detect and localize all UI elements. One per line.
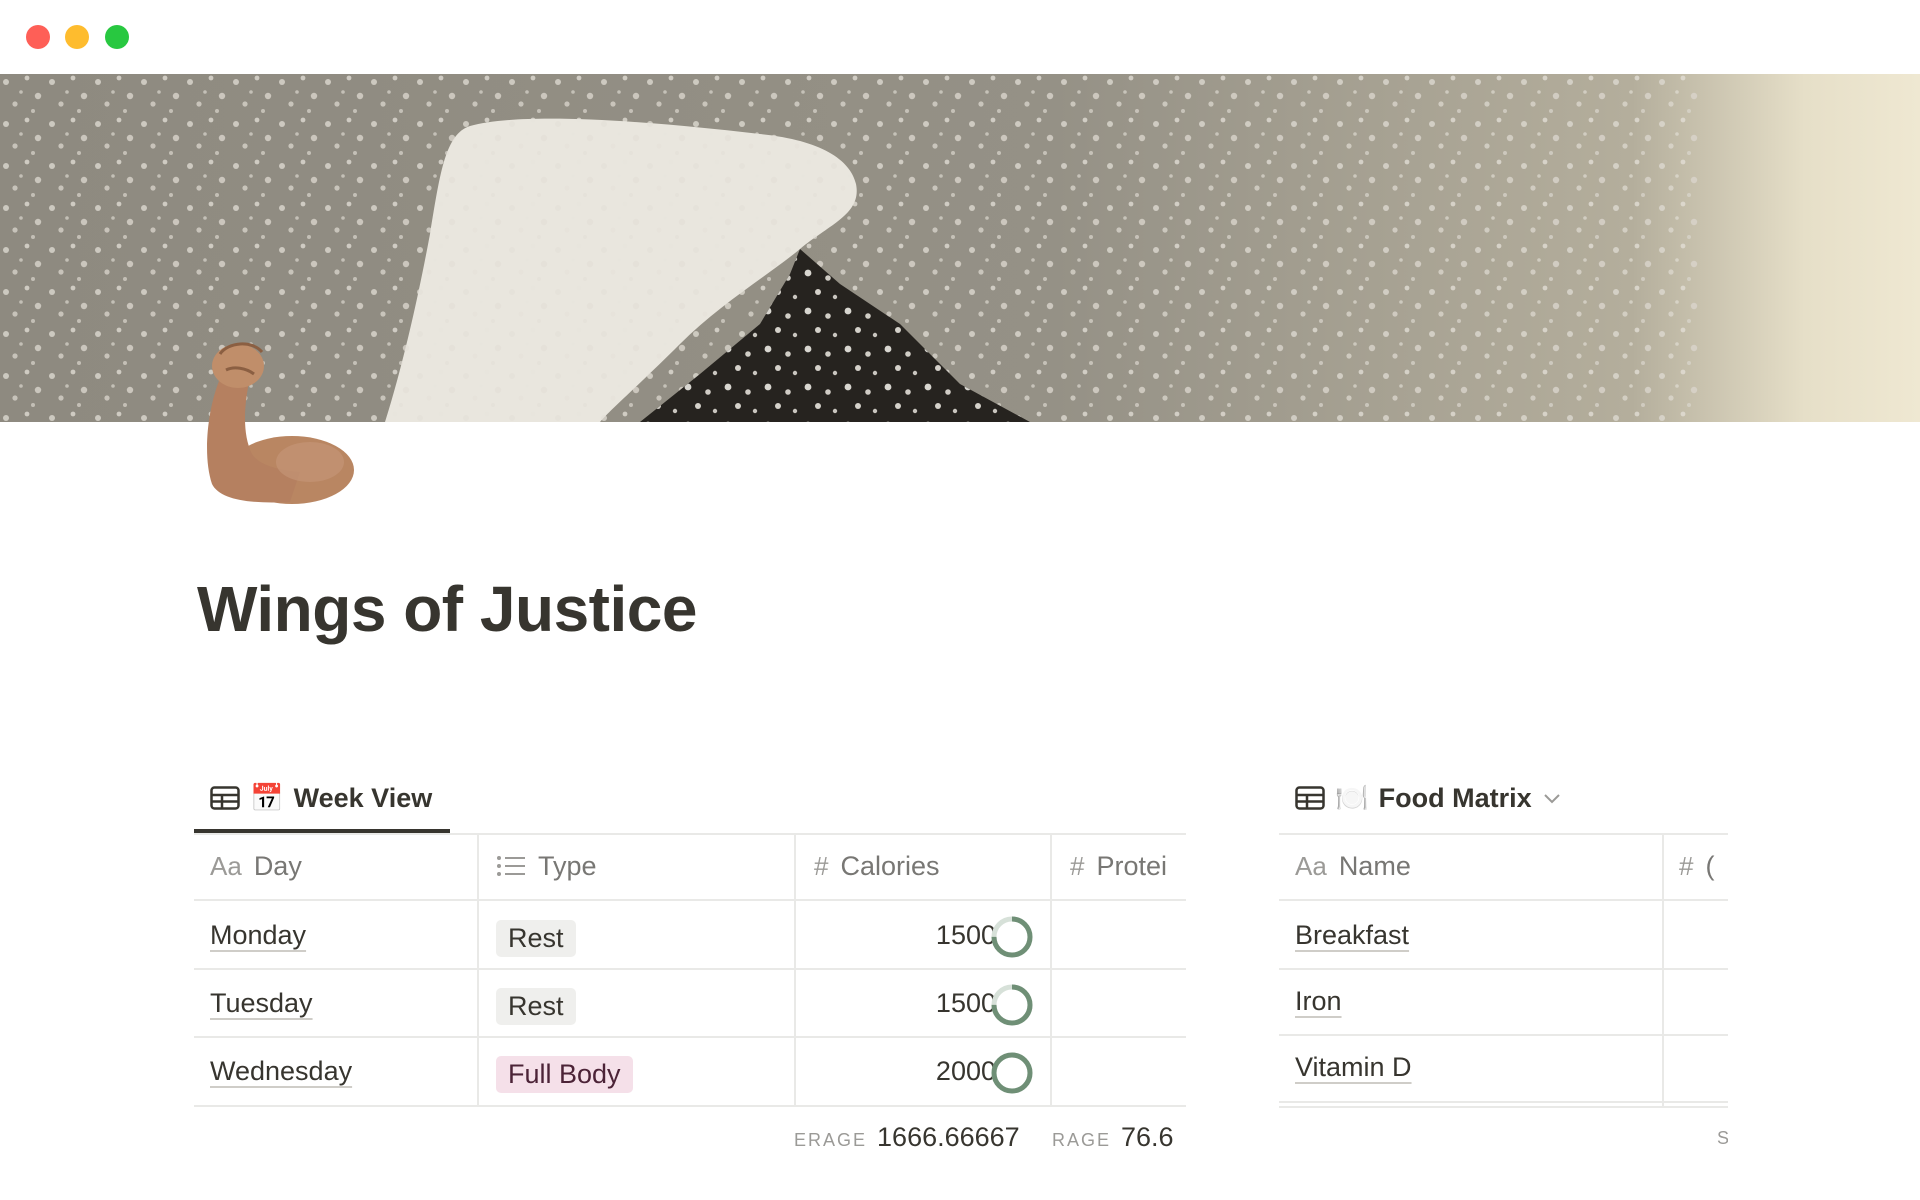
chevron-down-icon[interactable] [1542, 791, 1562, 805]
week-view-database: 📅 Week View Aa Day Type # Calories # Pro… [194, 770, 1186, 1200]
table-icon [210, 786, 240, 810]
text-property-icon: Aa [1295, 850, 1327, 881]
column-header-type[interactable]: Type [496, 834, 597, 898]
zoom-window-button[interactable] [105, 25, 129, 49]
food-name-cell[interactable]: Vitamin D [1295, 1052, 1412, 1083]
calories-cell[interactable]: 1500 [876, 920, 996, 951]
protein-average-calculation[interactable]: RAGE 76.6 [1052, 1122, 1174, 1153]
tab-food-matrix-label: Food Matrix [1378, 782, 1532, 813]
calculation-value: 1666.66667 [877, 1122, 1020, 1152]
page-icon[interactable] [200, 334, 360, 504]
calories-average-calculation[interactable]: ERAGE 1666.66667 [794, 1122, 1020, 1153]
window-titlebar [0, 0, 1920, 74]
calories-cell[interactable]: 1500 [876, 988, 996, 1019]
day-cell[interactable]: Wednesday [210, 1056, 352, 1087]
column-divider [1662, 833, 1664, 1107]
calculation-label: RAGE [1052, 1130, 1112, 1150]
table-top-border [194, 833, 1186, 835]
row-divider [1279, 1034, 1728, 1036]
column-header-number[interactable]: # ( [1679, 834, 1714, 898]
close-window-button[interactable] [26, 25, 50, 49]
flexed-biceps-icon [207, 342, 354, 504]
column-header-calories[interactable]: # Calories [814, 834, 940, 898]
page-title[interactable]: Wings of Justice [197, 572, 697, 646]
text-property-icon: Aa [210, 850, 242, 881]
type-tag[interactable]: Rest [496, 988, 576, 1025]
column-header-day-label: Day [253, 850, 302, 881]
column-header-name[interactable]: Aa Name [1295, 834, 1411, 898]
table-icon [1295, 786, 1325, 810]
calculation-label: ERAGE [794, 1130, 868, 1150]
minimize-window-button[interactable] [65, 25, 89, 49]
column-header-type-label: Type [538, 850, 597, 881]
row-divider [194, 1036, 1186, 1038]
tab-week-view-label: Week View [293, 782, 433, 813]
calories-cell[interactable]: 2000 [876, 1056, 996, 1087]
number-icon: # [1070, 850, 1085, 881]
row-divider [1279, 968, 1728, 970]
number-icon: # [1679, 850, 1694, 881]
column-divider [1050, 833, 1052, 1107]
calories-progress-ring [991, 1052, 1033, 1094]
plate-emoji-icon: 🍽️ [1335, 783, 1369, 813]
food-matrix-database: 🍽️ Food Matrix Aa Name # ( Breakfast Iro… [1279, 770, 1728, 1200]
list-icon [496, 855, 526, 877]
food-name-cell[interactable]: Breakfast [1295, 920, 1409, 951]
food-name-cell[interactable]: Iron [1295, 986, 1342, 1017]
calculation-label: S [1717, 1128, 1728, 1148]
column-header-number-label: ( [1705, 850, 1715, 881]
calculation-fragment[interactable]: S [1717, 1128, 1728, 1149]
table-bottom-border [194, 1105, 1186, 1107]
type-tag[interactable]: Rest [496, 920, 576, 957]
calculation-value: 76.6 [1121, 1122, 1174, 1152]
table-bottom-border [1279, 1101, 1728, 1103]
number-icon: # [814, 850, 829, 881]
calendar-emoji-icon: 📅 [250, 783, 284, 813]
tab-week-view[interactable]: 📅 Week View [210, 770, 432, 826]
column-header-calories-label: Calories [840, 850, 940, 881]
table-bottom-border [1279, 1106, 1728, 1108]
tab-food-matrix[interactable]: 🍽️ Food Matrix [1295, 770, 1562, 826]
column-divider [477, 833, 479, 1107]
calories-progress-ring [991, 984, 1033, 1026]
column-header-protein[interactable]: # Protei [1070, 834, 1167, 898]
day-cell[interactable]: Tuesday [210, 988, 313, 1019]
row-divider [194, 968, 1186, 970]
column-header-name-label: Name [1338, 850, 1411, 881]
column-header-protein-label: Protei [1096, 850, 1168, 881]
calories-progress-ring [991, 916, 1033, 958]
type-tag[interactable]: Full Body [496, 1056, 633, 1093]
day-cell[interactable]: Monday [210, 920, 306, 951]
column-divider [794, 833, 796, 1107]
header-bottom-border [1279, 899, 1728, 901]
header-bottom-border [194, 899, 1186, 901]
column-header-day[interactable]: Aa Day [210, 834, 302, 898]
